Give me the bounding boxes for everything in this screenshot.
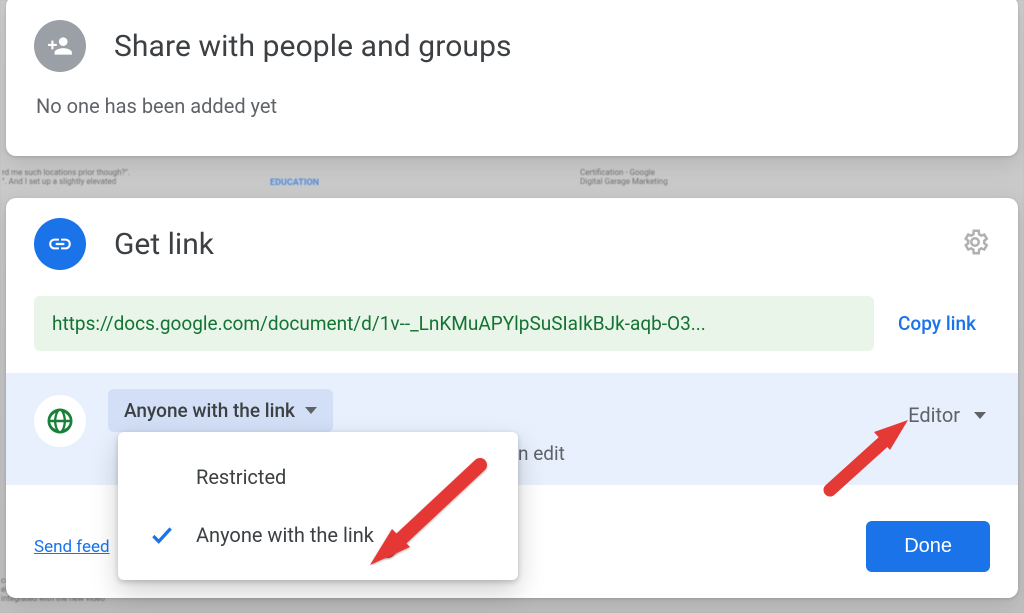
add-person-icon (34, 20, 86, 72)
role-label: Editor (908, 403, 960, 427)
scope-dropdown-menu: Restricted Anyone with the link (118, 432, 518, 580)
chevron-down-icon (974, 412, 986, 419)
share-title: Share with people and groups (114, 29, 512, 64)
scope-label: Anyone with the link (124, 399, 295, 422)
scope-dropdown[interactable]: Anyone with the link (108, 389, 333, 432)
send-feedback-link[interactable]: Send feed (34, 537, 110, 557)
scope-option-restricted[interactable]: Restricted (118, 448, 518, 506)
share-subtitle: No one has been added yet (36, 94, 990, 118)
share-url[interactable]: https://docs.google.com/document/d/1v--_… (34, 296, 874, 351)
scope-option-anyone[interactable]: Anyone with the link (118, 506, 518, 564)
scope-option-label: Restricted (196, 465, 286, 489)
share-panel: Share with people and groups No one has … (6, 0, 1018, 156)
get-link-title: Get link (114, 227, 214, 262)
check-icon (148, 522, 176, 548)
settings-button[interactable] (960, 227, 990, 261)
role-dropdown[interactable]: Editor (904, 395, 990, 435)
globe-icon (34, 395, 86, 447)
done-button[interactable]: Done (866, 521, 990, 572)
scope-option-label: Anyone with the link (196, 523, 374, 547)
copy-link-button[interactable]: Copy link (884, 300, 990, 347)
scope-description: n edit (518, 442, 904, 465)
chevron-down-icon (305, 407, 317, 414)
link-icon (34, 218, 86, 270)
